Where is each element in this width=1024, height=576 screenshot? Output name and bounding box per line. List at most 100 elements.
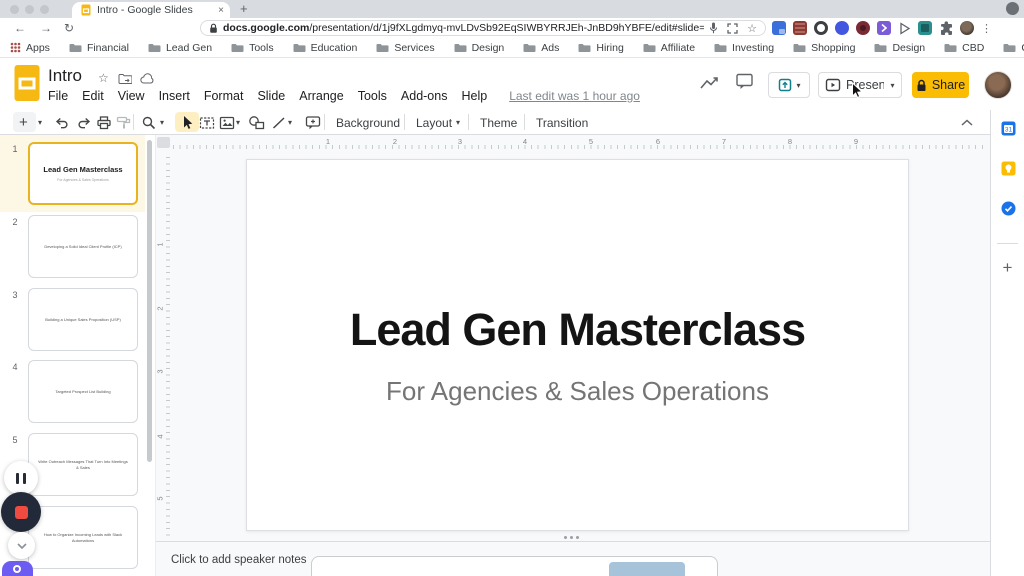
new-slide-dropdown-icon[interactable]: ▾ xyxy=(38,114,42,131)
undo-icon[interactable] xyxy=(54,115,70,131)
insert-image-icon[interactable] xyxy=(219,115,235,131)
fullscreen-icon[interactable] xyxy=(727,23,738,34)
menu-tools[interactable]: Tools xyxy=(358,89,387,103)
dialog-button[interactable] xyxy=(609,562,685,576)
zoom-dropdown-icon[interactable]: ▾ xyxy=(160,114,164,131)
present-dropdown[interactable]: ▾ xyxy=(884,72,902,98)
bookmark-folder-design2[interactable]: Design xyxy=(874,42,925,54)
line-dropdown-icon[interactable]: ▾ xyxy=(288,114,292,131)
move-folder-icon[interactable] xyxy=(118,73,132,84)
bookmark-folder-affiliate[interactable]: Affiliate xyxy=(643,42,695,54)
image-dropdown-icon[interactable]: ▾ xyxy=(236,114,240,131)
activity-icon[interactable] xyxy=(700,76,722,90)
present-to-meeting-button[interactable]: ▾ xyxy=(768,72,810,98)
apps-shortcut[interactable]: Apps xyxy=(10,42,50,54)
insert-comment-icon[interactable] xyxy=(305,115,322,131)
tab-close-icon[interactable]: × xyxy=(218,5,224,16)
slide-editor[interactable]: Lead Gen Masterclass For Agencies & Sale… xyxy=(246,159,909,531)
collapse-widget-button[interactable] xyxy=(8,532,35,559)
slide-thumbnail-4[interactable]: Targeted Prospect List Building xyxy=(28,360,138,423)
speaker-notes-placeholder[interactable]: Click to add speaker notes xyxy=(171,554,307,566)
menu-file[interactable]: File xyxy=(48,89,68,103)
slide-thumbnail-6[interactable]: How to Organize Incoming Leads with Slac… xyxy=(28,506,138,569)
calendar-icon[interactable]: 31 xyxy=(1001,121,1016,136)
reactions-widget[interactable] xyxy=(2,561,33,576)
bookmark-star-icon[interactable]: ☆ xyxy=(747,22,757,35)
menu-view[interactable]: View xyxy=(118,89,145,103)
bookmark-folder-education[interactable]: Education xyxy=(293,42,358,54)
menu-format[interactable]: Format xyxy=(204,89,244,103)
tasks-icon[interactable] xyxy=(1001,201,1016,216)
text-box-tool-icon[interactable] xyxy=(199,115,215,131)
browser-menu-icon[interactable]: ⋮ xyxy=(981,22,992,35)
layout-button[interactable]: Layout▾ xyxy=(416,114,460,131)
window-close-button[interactable] xyxy=(10,5,19,14)
forward-icon[interactable]: → xyxy=(40,21,52,35)
extensions-puzzle-icon[interactable] xyxy=(939,21,953,35)
extension-icon-5[interactable] xyxy=(856,21,870,35)
refresh-icon[interactable]: ↻ xyxy=(64,21,74,35)
bookmark-folder-hiring[interactable]: Hiring xyxy=(578,42,623,54)
browser-tab[interactable]: Intro - Google Slides × xyxy=(72,2,230,18)
extension-icon-1[interactable] xyxy=(772,21,786,35)
document-title[interactable]: Intro xyxy=(48,66,82,86)
extension-icon-2[interactable] xyxy=(793,21,807,35)
menu-help[interactable]: Help xyxy=(461,89,487,103)
slide-thumbnail-2[interactable]: Developing a Solid Ideal Client Profile … xyxy=(28,215,138,278)
back-icon[interactable]: ← xyxy=(14,21,26,35)
star-document-icon[interactable]: ☆ xyxy=(98,71,109,85)
notes-divider[interactable] xyxy=(156,541,991,542)
window-zoom-button[interactable] xyxy=(40,5,49,14)
last-edit-link[interactable]: Last edit was 1 hour ago xyxy=(509,89,640,103)
slide-title[interactable]: Lead Gen Masterclass xyxy=(247,304,908,356)
collapse-toolbar-icon[interactable] xyxy=(960,118,974,127)
bookmark-folder-design[interactable]: Design xyxy=(454,42,505,54)
extension-icon-6[interactable] xyxy=(877,21,891,35)
theme-button[interactable]: Theme xyxy=(480,114,517,131)
slide-thumbnail-3[interactable]: Building a Unique Sales Proposition (USP… xyxy=(28,288,138,351)
window-minimize-button[interactable] xyxy=(25,5,34,14)
extension-icon-4[interactable] xyxy=(835,21,849,35)
transition-button[interactable]: Transition xyxy=(536,114,588,131)
print-icon[interactable] xyxy=(96,115,112,131)
notes-resize-handle-icon[interactable] xyxy=(564,536,567,539)
redo-icon[interactable] xyxy=(76,115,92,131)
select-tool-icon[interactable] xyxy=(181,115,194,131)
bookmark-folder-financial[interactable]: Financial xyxy=(69,42,129,54)
address-bar[interactable]: docs.google.com/presentation/d/1j9fXLgdm… xyxy=(200,20,766,36)
user-avatar[interactable] xyxy=(984,71,1012,99)
slide-subtitle[interactable]: For Agencies & Sales Operations xyxy=(247,376,908,407)
get-addons-button[interactable]: + xyxy=(991,258,1024,278)
cloud-status-icon[interactable] xyxy=(140,73,155,84)
bookmark-folder-tools[interactable]: Tools xyxy=(231,42,274,54)
bookmark-folder-lead-gen[interactable]: Lead Gen xyxy=(148,42,212,54)
bookmark-folder-cbd[interactable]: CBD xyxy=(944,42,984,54)
paint-format-icon[interactable] xyxy=(116,115,132,131)
bookmark-folder-competition[interactable]: Competition xyxy=(1003,42,1024,54)
filmstrip-scrollbar[interactable] xyxy=(147,140,152,462)
menu-arrange[interactable]: Arrange xyxy=(299,89,343,103)
extension-icon-8[interactable] xyxy=(918,21,932,35)
bookmark-folder-investing[interactable]: Investing xyxy=(714,42,774,54)
mic-icon[interactable] xyxy=(709,22,718,34)
extension-icon-7[interactable] xyxy=(898,22,911,35)
stop-recording-button[interactable] xyxy=(1,492,41,532)
share-button[interactable]: Share xyxy=(912,72,969,98)
menu-slide[interactable]: Slide xyxy=(257,89,285,103)
menu-addons[interactable]: Add-ons xyxy=(401,89,448,103)
comments-icon[interactable] xyxy=(736,73,754,91)
bookmark-folder-ads[interactable]: Ads xyxy=(523,42,559,54)
bookmark-folder-shopping[interactable]: Shopping xyxy=(793,42,855,54)
background-button[interactable]: Background xyxy=(336,114,400,131)
slide-thumbnail-1[interactable]: Lead Gen Masterclass For Agencies & Sale… xyxy=(28,142,138,205)
pause-recording-button[interactable] xyxy=(4,461,38,495)
keep-icon[interactable] xyxy=(1001,161,1016,176)
new-slide-button[interactable]: + xyxy=(19,114,28,131)
shape-tool-icon[interactable] xyxy=(248,115,265,131)
new-tab-button[interactable]: + xyxy=(240,1,248,16)
slide-thumbnail-5[interactable]: Write Outreach Messages That Turn Into M… xyxy=(28,433,138,496)
menu-edit[interactable]: Edit xyxy=(82,89,104,103)
extension-icon-3[interactable] xyxy=(814,21,828,35)
slides-logo[interactable] xyxy=(14,64,40,102)
bookmark-folder-services[interactable]: Services xyxy=(376,42,434,54)
